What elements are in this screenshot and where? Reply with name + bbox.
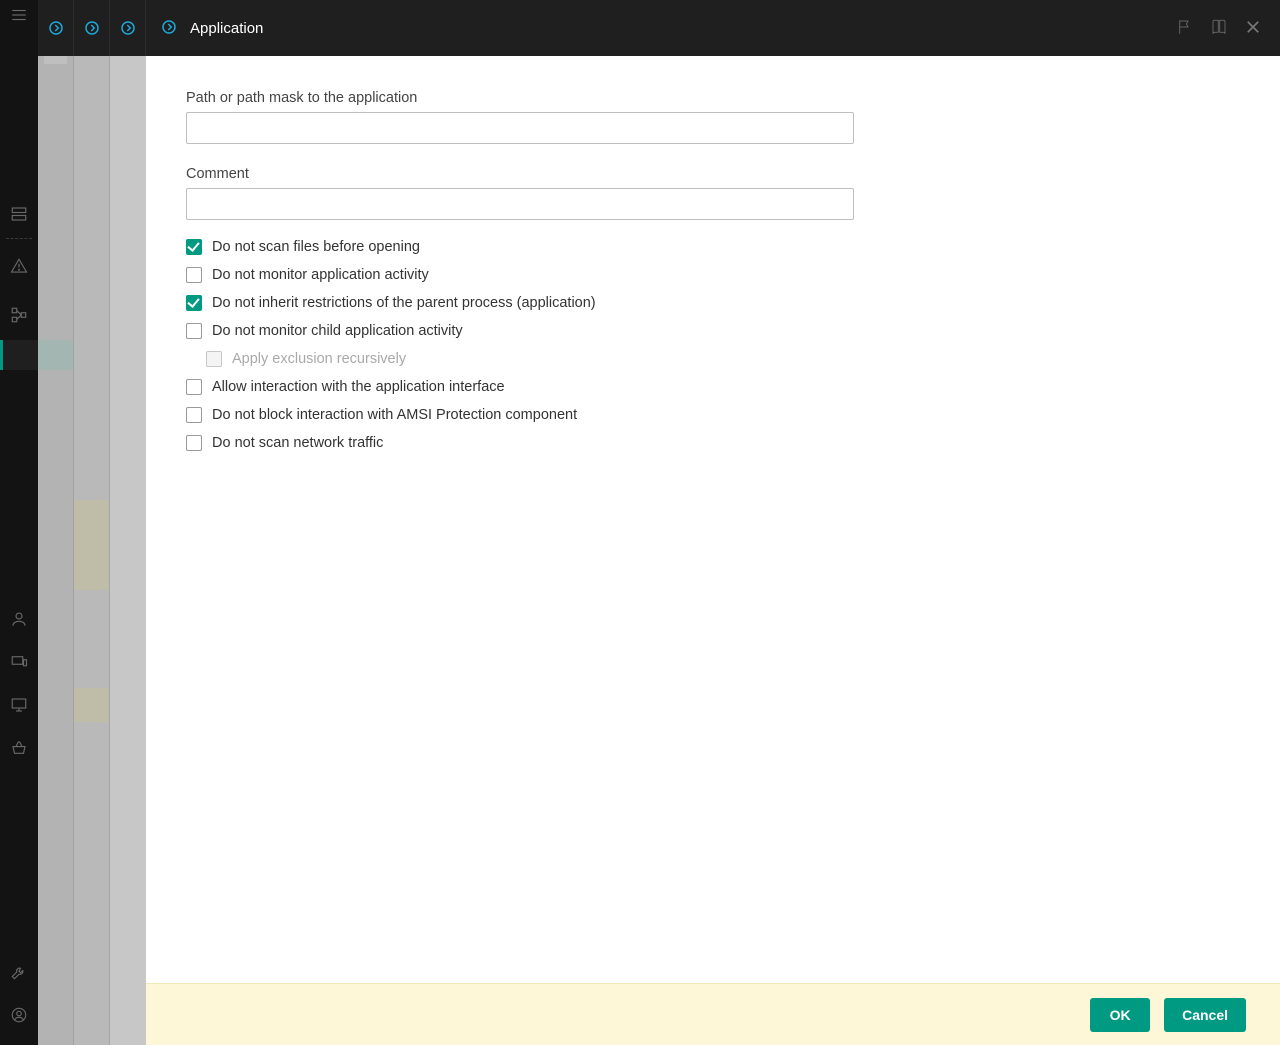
checkbox-box	[186, 379, 202, 395]
path-input[interactable]	[186, 112, 854, 144]
comment-field-group: Comment	[186, 166, 1240, 220]
help-button[interactable]	[1210, 18, 1228, 39]
checkbox-box	[206, 351, 222, 367]
sidebar-item-monitor[interactable]	[10, 696, 28, 717]
checkbox-no_monitor_child[interactable]: Do not monitor child application activit…	[186, 320, 1240, 342]
circle-chevron-icon	[47, 19, 65, 37]
book-icon	[1210, 18, 1228, 36]
breadcrumb-step-1[interactable]	[38, 0, 74, 56]
checkbox-no_monitor_activity[interactable]: Do not monitor application activity	[186, 264, 1240, 286]
checkbox-no_scan_before_open[interactable]: Do not scan files before opening	[186, 236, 1240, 258]
topbar: Application	[38, 0, 1280, 56]
tree-icon	[10, 306, 28, 324]
checkbox-no_block_amsi[interactable]: Do not block interaction with AMSI Prote…	[186, 404, 1240, 426]
checkbox-label: Do not monitor child application activit…	[212, 323, 463, 339]
checkbox-allow_interaction[interactable]: Allow interaction with the application i…	[186, 376, 1240, 398]
sidebar-item-users[interactable]	[10, 610, 28, 631]
sidebar-item-basket[interactable]	[10, 739, 28, 760]
checkbox-box	[186, 239, 202, 255]
sidebar-item-devices[interactable]	[10, 653, 28, 674]
circle-chevron-icon	[160, 18, 178, 36]
checkbox-no_scan_network[interactable]: Do not scan network traffic	[186, 432, 1240, 454]
hamburger-icon	[10, 6, 28, 24]
checkbox-box	[186, 407, 202, 423]
checkbox-box	[186, 435, 202, 451]
monitor-icon	[10, 696, 28, 714]
user-icon	[10, 610, 28, 628]
alert-icon	[10, 257, 28, 275]
footer-bar: OK Cancel	[146, 983, 1280, 1045]
checkbox-label: Do not monitor application activity	[212, 267, 429, 283]
path-label: Path or path mask to the application	[186, 90, 1240, 106]
breadcrumb-step-2[interactable]	[74, 0, 110, 56]
devices-icon	[10, 653, 28, 671]
checkbox-label: Do not scan network traffic	[212, 435, 383, 451]
main-panel: Path or path mask to the application Com…	[146, 56, 1280, 1045]
checkbox-no_inherit_parent[interactable]: Do not inherit restrictions of the paren…	[186, 292, 1240, 314]
menu-toggle[interactable]	[0, 0, 38, 30]
close-button[interactable]	[1244, 18, 1262, 39]
checkbox-box	[186, 295, 202, 311]
breadcrumb-step-3[interactable]	[110, 0, 146, 56]
basket-icon	[10, 739, 28, 757]
account-icon	[10, 1006, 28, 1024]
circle-chevron-icon	[83, 19, 101, 37]
checkbox-box	[186, 267, 202, 283]
sidebar-item-tree[interactable]	[10, 306, 28, 327]
layout-icon	[10, 205, 28, 223]
checkbox-label: Do not inherit restrictions of the paren…	[212, 295, 596, 311]
sidebar-item-alerts[interactable]	[10, 257, 28, 278]
sidebar-active-indicator	[0, 340, 38, 370]
sidebar-item-account[interactable]	[10, 1006, 28, 1027]
wrench-icon	[10, 963, 28, 981]
form-area: Path or path mask to the application Com…	[146, 56, 1280, 983]
page-title: Application	[190, 20, 263, 37]
checkbox-label: Allow interaction with the application i…	[212, 379, 505, 395]
checkbox-label: Do not scan files before opening	[212, 239, 420, 255]
checkbox-list: Do not scan files before opening Do not m…	[186, 236, 1240, 454]
cancel-button[interactable]: Cancel	[1164, 998, 1246, 1032]
ok-button[interactable]: OK	[1090, 998, 1150, 1032]
circle-chevron-icon	[119, 19, 137, 37]
close-icon	[1244, 18, 1262, 36]
title-icon	[160, 18, 178, 39]
comment-label: Comment	[186, 166, 1240, 182]
checkbox-apply_recursively: Apply exclusion recursively	[206, 348, 1240, 370]
checkbox-label: Apply exclusion recursively	[232, 351, 406, 367]
checkbox-box	[186, 323, 202, 339]
checkbox-label: Do not block interaction with AMSI Prote…	[212, 407, 577, 423]
sidebar-item-settings[interactable]	[10, 963, 28, 984]
app-sidebar	[0, 0, 38, 1045]
comment-input[interactable]	[186, 188, 854, 220]
sidebar-item-dashboard[interactable]	[10, 205, 28, 226]
flag-button[interactable]	[1176, 18, 1194, 39]
path-field-group: Path or path mask to the application	[186, 90, 1240, 144]
flag-icon	[1176, 18, 1194, 36]
